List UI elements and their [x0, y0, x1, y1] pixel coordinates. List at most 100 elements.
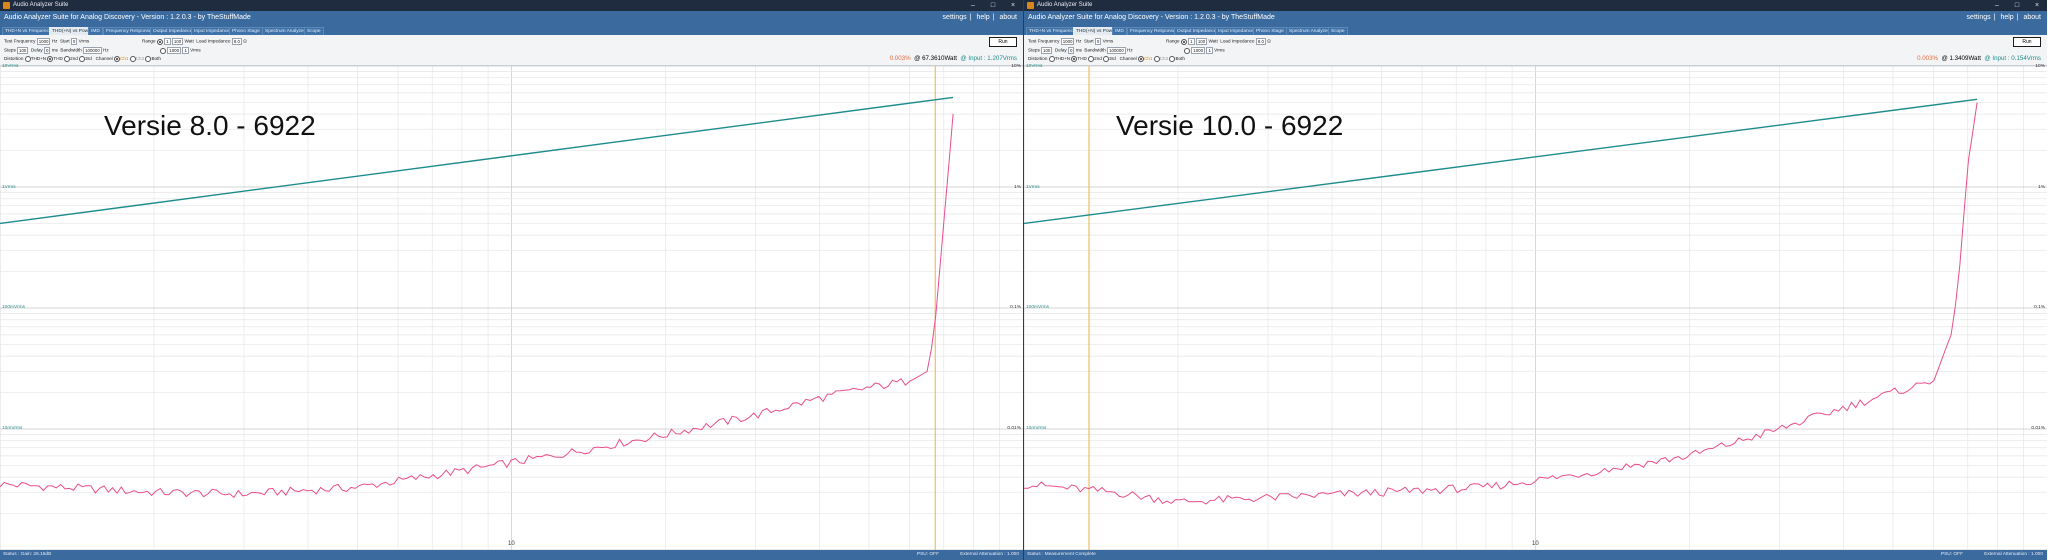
measurement-readout: 0.003% @ 1.3409Watt @ Input : 0.154Vrms	[1917, 55, 2041, 62]
test-frequency-row: Test Frequency 1000 Hz Start 0 Vrms	[1028, 38, 1114, 45]
steps-input[interactable]: 100	[1041, 47, 1053, 54]
y-right-label-001pct: 0.01%	[1007, 426, 1021, 431]
load-impedance-input[interactable]: 8.0	[231, 38, 242, 45]
y-right-label-1pct: 1%	[1014, 185, 1021, 190]
y-left-label-1vrms: 1Vrms	[2, 185, 16, 190]
close-icon[interactable]: ×	[1003, 0, 1023, 11]
range-alt-row: 1000 1 Vrms	[1184, 47, 1225, 54]
settings-link[interactable]: settings	[1967, 14, 1991, 21]
controls-panel: Test Frequency 1000 Hz Start 0 Vrms Rang…	[0, 35, 1023, 66]
y-right-label-10pct: 10%	[2035, 64, 2045, 69]
y-left-label-100mvrms: 100mVrms	[2, 305, 26, 310]
range-row: Range 1 100 Watt Load Impedance 8.0 Ω	[1166, 38, 1271, 45]
about-link[interactable]: about	[2023, 14, 2041, 21]
external-attenuation: External Attenuation : 1.000	[960, 552, 1019, 557]
help-link[interactable]: help	[976, 14, 989, 21]
range-alt-radio[interactable]	[160, 47, 166, 54]
range-radio[interactable]	[156, 38, 163, 45]
distortion-row: Distortion THD+N THD 2nd 3rd Channel Ch1…	[4, 56, 161, 62]
thd-series-line	[1024, 102, 1978, 505]
range-radio[interactable]	[1180, 38, 1187, 45]
settings-link[interactable]: settings	[943, 14, 967, 21]
steps-input[interactable]: 100	[17, 47, 29, 54]
bandwidth-input[interactable]: 100000	[1107, 47, 1126, 54]
range-alt-to-input[interactable]: 1	[1206, 47, 1213, 54]
y-right-label-01pct: 0.1%	[1010, 305, 1021, 310]
app-header: Audio Analyzer Suite for Analog Discover…	[1024, 11, 2047, 26]
range-from-input[interactable]: 1	[164, 38, 171, 45]
steps-row: Steps 100 Delay 0 ms Bandwidth 100000 Hz	[1028, 47, 1133, 54]
input-readout: @ Input : 1.207Vrms	[960, 55, 1017, 62]
minimize-icon[interactable]: –	[1987, 0, 2007, 11]
tab-bar: THD+N vs Frequency THD(+N) vs Power IMD …	[0, 26, 1023, 36]
range-to-input[interactable]: 100	[171, 38, 184, 45]
maximize-icon[interactable]: □	[983, 0, 1003, 11]
power-readout: @ 1.3409Watt	[1941, 55, 1981, 62]
measurement-readout: 0.003% @ 67.3610Watt @ Input : 1.207Vrms	[890, 55, 1017, 62]
status-bar: Status : Gain: 26.15dB PSU: OFF External…	[0, 550, 1023, 560]
app-name: Audio Analyzer Suite for Analog Discover…	[1028, 14, 1275, 21]
start-input[interactable]: 0	[1094, 38, 1102, 45]
distortion-row: Distortion THD+N THD 2nd 3rd Channel Ch1…	[1028, 56, 1185, 62]
test-frequency-input[interactable]: 1000	[1060, 38, 1075, 45]
about-link[interactable]: about	[999, 14, 1017, 21]
run-button[interactable]: Run	[2013, 37, 2041, 47]
input-readout: @ Input : 0.154Vrms	[1984, 55, 2041, 62]
delay-input[interactable]: 0	[1067, 47, 1075, 54]
run-button[interactable]: Run	[989, 37, 1017, 47]
window-title: Audio Analyzer Suite	[13, 2, 69, 8]
thd-readout: 0.003%	[1917, 55, 1939, 62]
range-alt-row: 1000 1 Vrms	[160, 47, 201, 54]
y-right-label-001pct: 0.01%	[2031, 426, 2045, 431]
y-left-label-10mvrms: 10mVrms	[2, 426, 23, 431]
start-input[interactable]: 0	[70, 38, 78, 45]
range-to-input[interactable]: 100	[1195, 38, 1208, 45]
thd-vs-power-plot[interactable]: Versie 8.0 - 6922 10Vrms 1Vrms 100mVrms …	[0, 64, 1023, 550]
help-link[interactable]: help	[2000, 14, 2013, 21]
external-attenuation: External Attenuation : 1.000	[1984, 552, 2043, 557]
psu-status: PSU: OFF	[916, 552, 939, 557]
status-bar: Status : Measurement Complete PSU: OFF E…	[1024, 550, 2047, 560]
window-titlebar[interactable]: Audio Analyzer Suite – □ ×	[1024, 0, 2047, 11]
range-alt-from-input[interactable]: 1000	[1191, 47, 1206, 54]
range-alt-to-input[interactable]: 1	[182, 47, 189, 54]
power-readout: @ 67.3610Watt	[914, 55, 957, 62]
delay-input[interactable]: 0	[43, 47, 51, 54]
bandwidth-input[interactable]: 100000	[83, 47, 102, 54]
analyzer-window-right: Audio Analyzer Suite – □ × Audio Analyze…	[1024, 0, 2047, 560]
app-icon	[3, 2, 10, 9]
y-left-label-10vrms: 10Vrms	[1026, 64, 1043, 69]
thd-series-line	[0, 113, 954, 499]
app-name: Audio Analyzer Suite for Analog Discover…	[4, 14, 251, 21]
y-left-label-100mvrms: 100mVrms	[1026, 305, 1050, 310]
window-titlebar[interactable]: Audio Analyzer Suite – □ ×	[0, 0, 1023, 11]
test-frequency-row: Test Frequency 1000 Hz Start 0 Vrms	[4, 38, 90, 45]
y-right-label-01pct: 0.1%	[2034, 305, 2045, 310]
version-label: Versie 8.0 - 6922	[104, 110, 316, 141]
x-axis-label-10: 10	[1532, 541, 1539, 547]
y-right-label-10pct: 10%	[1011, 64, 1021, 69]
analyzer-window-left: Audio Analyzer Suite – □ × Audio Analyze…	[0, 0, 1024, 560]
controls-panel: Test Frequency 1000 Hz Start 0 Vrms Rang…	[1024, 35, 2047, 66]
version-label: Versie 10.0 - 6922	[1116, 110, 1344, 141]
minimize-icon[interactable]: –	[963, 0, 983, 11]
range-row: Range 1 100 Watt Load Impedance 8.0 Ω	[142, 38, 247, 45]
psu-status: PSU: OFF	[1940, 552, 1963, 557]
maximize-icon[interactable]: □	[2007, 0, 2027, 11]
load-impedance-input[interactable]: 8.0	[1255, 38, 1266, 45]
status-text: Status : Gain: 26.15dB	[3, 552, 52, 557]
range-alt-radio[interactable]	[1184, 47, 1190, 54]
range-from-input[interactable]: 1	[1188, 38, 1195, 45]
thd-vs-power-plot[interactable]: Versie 10.0 - 6922 10Vrms 1Vrms 100mVrms…	[1024, 64, 2047, 550]
tab-bar: THD+N vs Frequency THD(+N) vs Power IMD …	[1024, 26, 2047, 36]
y-left-label-10vrms: 10Vrms	[2, 64, 19, 69]
y-left-label-10mvrms: 10mVrms	[1026, 426, 1047, 431]
y-right-label-1pct: 1%	[2038, 185, 2045, 190]
range-alt-from-input[interactable]: 1000	[167, 47, 182, 54]
header-links: settings | help | about	[942, 14, 1017, 21]
app-header: Audio Analyzer Suite for Analog Discover…	[0, 11, 1023, 26]
app-icon	[1027, 2, 1034, 9]
window-title: Audio Analyzer Suite	[1037, 2, 1093, 8]
test-frequency-input[interactable]: 1000	[36, 38, 51, 45]
close-icon[interactable]: ×	[2027, 0, 2047, 11]
